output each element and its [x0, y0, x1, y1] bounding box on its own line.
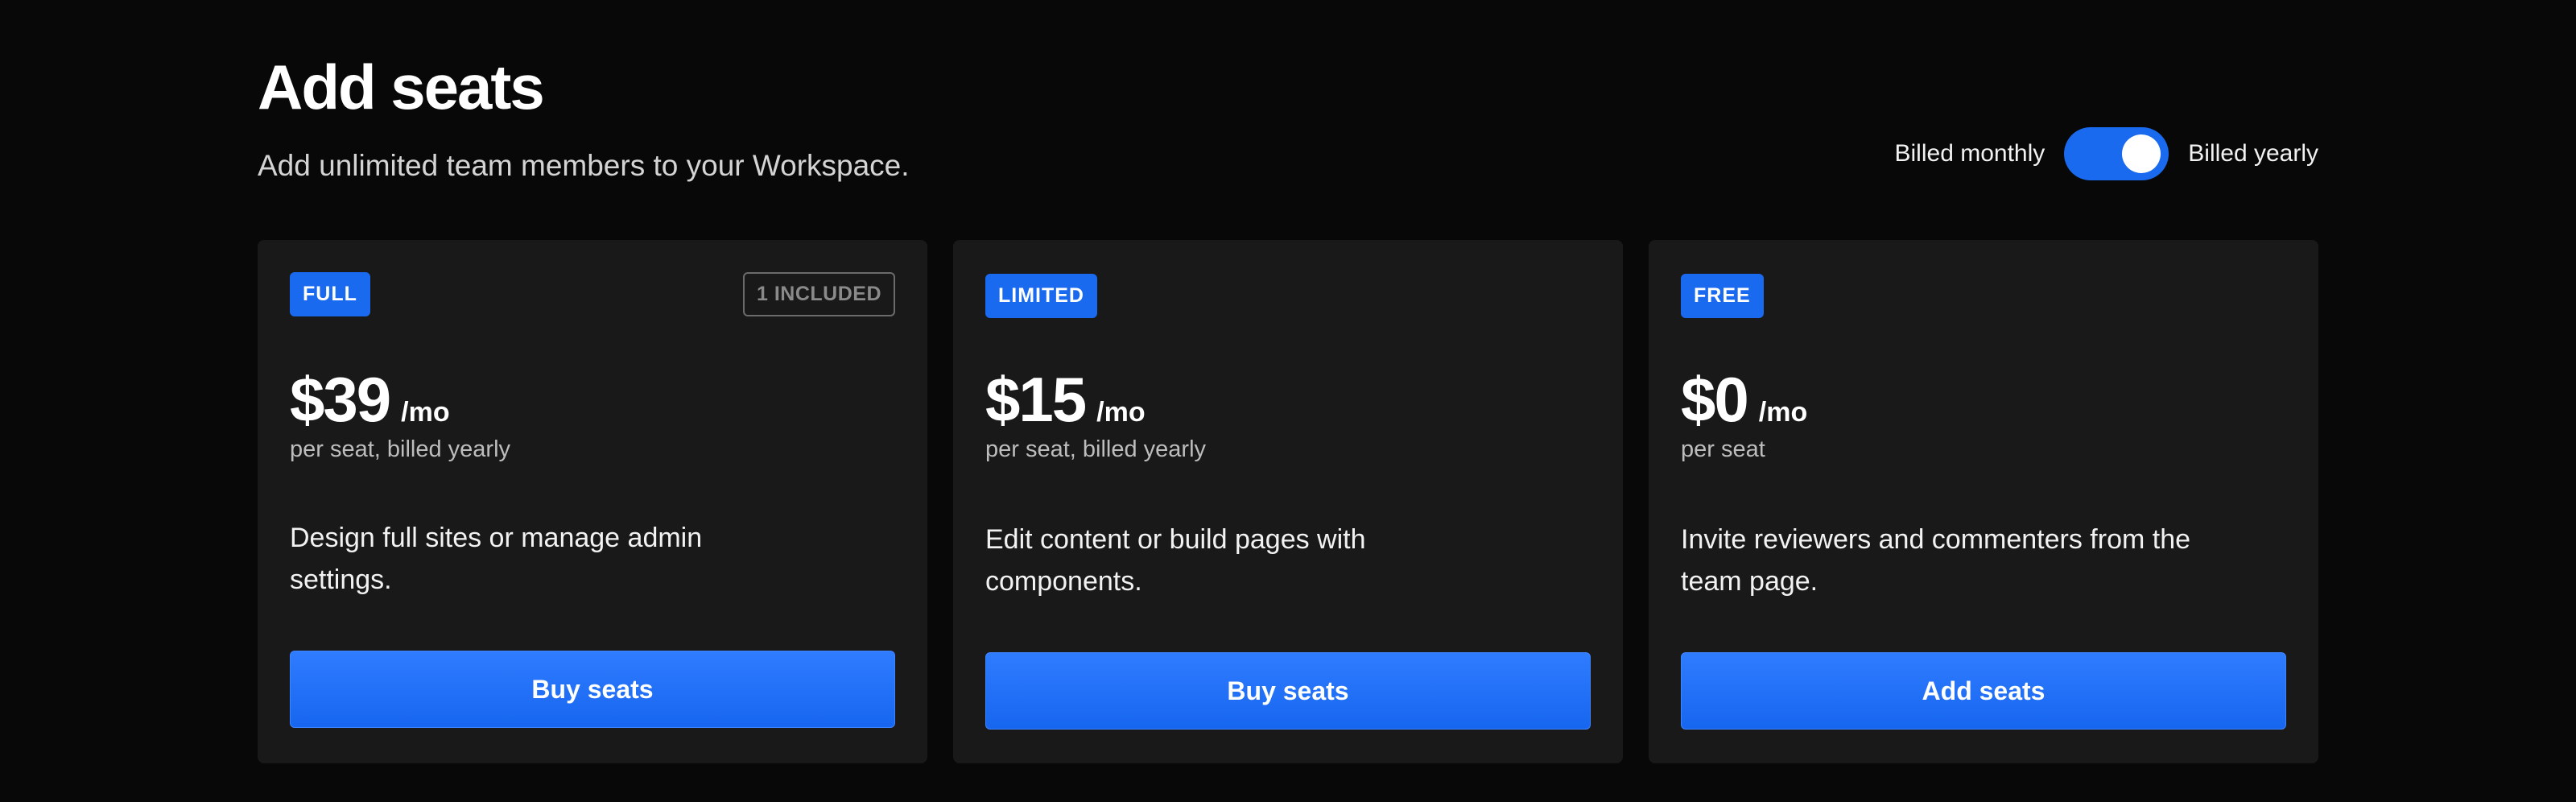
price-row: $39 /mo	[290, 361, 450, 438]
price-row: $15 /mo	[985, 361, 1146, 438]
add-seats-button[interactable]: Add seats	[1681, 652, 2286, 730]
price-unit: /mo	[1096, 397, 1146, 428]
included-seats-badge: 1 INCLUDED	[742, 272, 895, 316]
price-unit: /mo	[401, 397, 450, 428]
plan-card-free: FREE $0 /mo per seat Invite reviewers an…	[1649, 240, 2318, 763]
billed-yearly-label[interactable]: Billed yearly	[2188, 140, 2318, 167]
billed-monthly-label[interactable]: Billed monthly	[1895, 140, 2046, 167]
page-subtitle: Add unlimited team members to your Works…	[258, 149, 910, 182]
plan-badge: FULL	[290, 272, 370, 316]
toggle-knob	[2122, 134, 2161, 173]
plan-description: Design full sites or manage admin settin…	[290, 523, 703, 595]
plan-price: $39	[290, 364, 391, 435]
plan-price: $0	[1681, 364, 1749, 435]
billing-note: per seat	[1681, 436, 1765, 462]
plan-price: $15	[985, 364, 1087, 435]
plan-card-limited: LIMITED $15 /mo per seat, billed yearly …	[953, 240, 1623, 763]
plan-description: Edit content or build pages with compone…	[985, 524, 1366, 597]
billing-toggle[interactable]	[2064, 127, 2169, 180]
billing-period-switch: Billed monthly Billed yearly	[1895, 126, 2318, 182]
plan-badge: FREE	[1681, 274, 1764, 318]
page-title: Add seats	[258, 52, 545, 122]
plan-badge: LIMITED	[985, 274, 1097, 318]
buy-seats-button[interactable]: Buy seats	[290, 651, 895, 728]
billing-note: per seat, billed yearly	[290, 436, 511, 462]
plan-description: Invite reviewers and commenters from the…	[1681, 524, 2191, 597]
plan-card-full: FULL 1 INCLUDED $39 /mo per seat, billed…	[258, 240, 927, 763]
add-seats-page: Add seats Add unlimited team members to …	[0, 0, 2576, 802]
buy-seats-button[interactable]: Buy seats	[985, 652, 1591, 730]
seat-plan-cards: FULL 1 INCLUDED $39 /mo per seat, billed…	[258, 240, 2318, 763]
price-row: $0 /mo	[1681, 361, 1807, 438]
billing-note: per seat, billed yearly	[985, 436, 1207, 462]
price-unit: /mo	[1758, 397, 1808, 428]
